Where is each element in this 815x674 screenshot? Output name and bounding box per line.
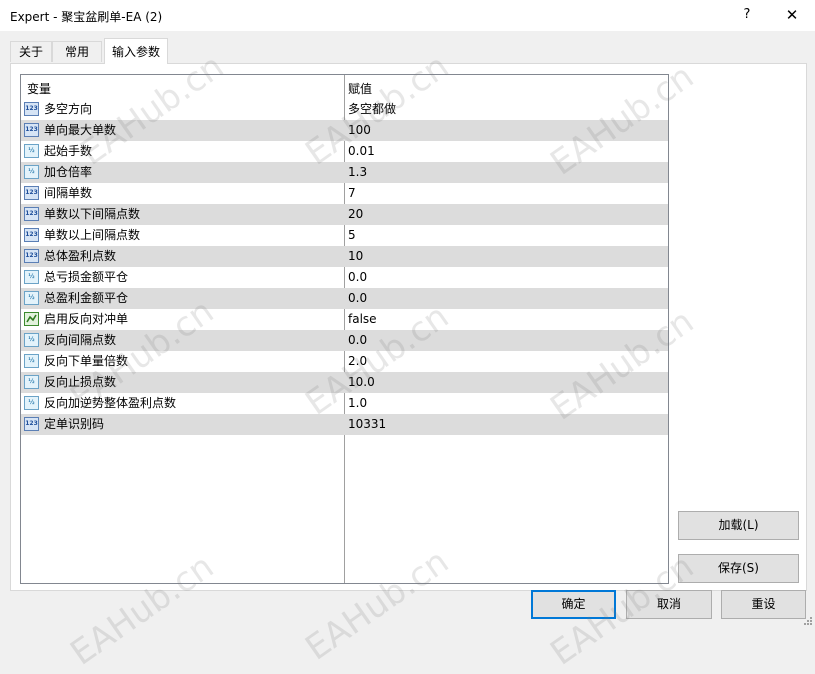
integer-type-icon: 123: [24, 207, 39, 221]
parameter-name: 总体盈利点数: [44, 249, 117, 263]
parameter-row[interactable]: ½ 总亏损金额平仓 0.0: [21, 267, 668, 288]
parameter-row[interactable]: 123 多空方向 多空都做: [21, 99, 668, 120]
parameter-name: 起始手数: [44, 144, 93, 158]
parameter-value[interactable]: 7: [348, 183, 356, 204]
parameter-value[interactable]: 10: [348, 246, 363, 267]
parameter-name: 定单识别码: [44, 417, 105, 431]
tab-about-label: 关于: [18, 45, 43, 59]
title-bar: Expert - 聚宝盆刷单-EA (2) ? ✕: [0, 0, 815, 31]
double-type-icon: ½: [24, 270, 39, 284]
parameter-name: 间隔单数: [44, 186, 93, 200]
parameter-row[interactable]: 123 单数以上间隔点数 5: [21, 225, 668, 246]
parameter-row[interactable]: ½ 总盈利金额平仓 0.0: [21, 288, 668, 309]
tab-inputs[interactable]: 输入参数: [104, 38, 168, 64]
parameter-value[interactable]: 10.0: [348, 372, 375, 393]
integer-type-icon: 123: [24, 102, 39, 116]
ok-button[interactable]: 确定: [531, 590, 616, 619]
parameter-row[interactable]: ½ 起始手数 0.01: [21, 141, 668, 162]
parameter-row[interactable]: ½ 反向间隔点数 0.0: [21, 330, 668, 351]
tab-inputs-label: 输入参数: [111, 45, 160, 59]
parameter-value[interactable]: 0.0: [348, 330, 367, 351]
parameter-value[interactable]: 100: [348, 120, 371, 141]
save-button[interactable]: 保存(S): [678, 554, 799, 583]
parameter-row[interactable]: ½ 反向下单量倍数 2.0: [21, 351, 668, 372]
double-type-icon: ½: [24, 333, 39, 347]
close-button[interactable]: ✕: [780, 5, 804, 25]
integer-type-icon: 123: [24, 228, 39, 242]
window-title: Expert - 聚宝盆刷单-EA (2): [10, 10, 163, 24]
double-type-icon: ½: [24, 144, 39, 158]
parameter-value[interactable]: 20: [348, 204, 363, 225]
parameter-value[interactable]: 多空都做: [348, 99, 396, 120]
grid-header: 变量 赋值: [21, 75, 668, 99]
parameter-value[interactable]: 2.0: [348, 351, 367, 372]
parameter-name: 总亏损金额平仓: [44, 270, 129, 284]
parameter-row[interactable]: 123 间隔单数 7: [21, 183, 668, 204]
parameter-row[interactable]: ½ 反向加逆势整体盈利点数 1.0: [21, 393, 668, 414]
boolean-type-icon: [24, 312, 39, 326]
parameter-name: 多空方向: [44, 102, 93, 116]
parameter-row[interactable]: ½ 加仓倍率 1.3: [21, 162, 668, 183]
integer-type-icon: 123: [24, 249, 39, 263]
parameter-row[interactable]: 启用反向对冲单 false: [21, 309, 668, 330]
parameter-name: 反向间隔点数: [44, 333, 117, 347]
parameter-name: 加仓倍率: [44, 165, 93, 179]
parameter-value[interactable]: 1.3: [348, 162, 367, 183]
parameter-name: 单数以上间隔点数: [44, 228, 141, 242]
parameter-value[interactable]: 10331: [348, 414, 386, 435]
grid-rows: 123 多空方向 多空都做 123 单向最大单数 100 ½ 起始手数 0.01 ½ 加仓倍率 1.3…: [21, 99, 668, 435]
integer-type-icon: 123: [24, 417, 39, 431]
reset-button[interactable]: 重设: [721, 590, 806, 619]
parameter-row[interactable]: 123 定单识别码 10331: [21, 414, 668, 435]
tab-common[interactable]: 常用: [52, 41, 102, 62]
resize-grip-icon[interactable]: [803, 616, 813, 626]
parameter-name: 反向加逆势整体盈利点数: [44, 396, 177, 410]
tab-common-label: 常用: [64, 45, 89, 59]
parameter-row[interactable]: ½ 反向止损点数 10.0: [21, 372, 668, 393]
double-type-icon: ½: [24, 165, 39, 179]
parameter-row[interactable]: 123 单向最大单数 100: [21, 120, 668, 141]
parameters-grid[interactable]: 变量 赋值 123 多空方向 多空都做 123 单向最大单数 100 ½ 起始手数 0.01 ½ 加…: [20, 74, 669, 584]
integer-type-icon: 123: [24, 123, 39, 137]
double-type-icon: ½: [24, 291, 39, 305]
help-button[interactable]: ?: [736, 5, 758, 25]
parameter-name: 反向下单量倍数: [44, 354, 129, 368]
integer-type-icon: 123: [24, 186, 39, 200]
parameter-value[interactable]: 1.0: [348, 393, 367, 414]
tab-about[interactable]: 关于: [10, 41, 52, 62]
double-type-icon: ½: [24, 354, 39, 368]
column-header-value[interactable]: 赋值: [348, 80, 372, 97]
parameter-value[interactable]: 5: [348, 225, 356, 246]
parameter-row[interactable]: 123 总体盈利点数 10: [21, 246, 668, 267]
load-button[interactable]: 加载(L): [678, 511, 799, 540]
column-header-variable[interactable]: 变量: [27, 80, 51, 97]
cancel-button[interactable]: 取消: [626, 590, 712, 619]
parameter-name: 单向最大单数: [44, 123, 117, 137]
parameter-name: 反向止损点数: [44, 375, 117, 389]
parameter-value[interactable]: 0.0: [348, 267, 367, 288]
double-type-icon: ½: [24, 396, 39, 410]
parameter-name: 总盈利金额平仓: [44, 291, 129, 305]
parameter-row[interactable]: 123 单数以下间隔点数 20: [21, 204, 668, 225]
parameter-name: 启用反向对冲单: [44, 312, 129, 326]
parameter-value[interactable]: 0.0: [348, 288, 367, 309]
parameter-value[interactable]: 0.01: [348, 141, 375, 162]
parameter-name: 单数以下间隔点数: [44, 207, 141, 221]
double-type-icon: ½: [24, 375, 39, 389]
parameter-value[interactable]: false: [348, 309, 377, 330]
